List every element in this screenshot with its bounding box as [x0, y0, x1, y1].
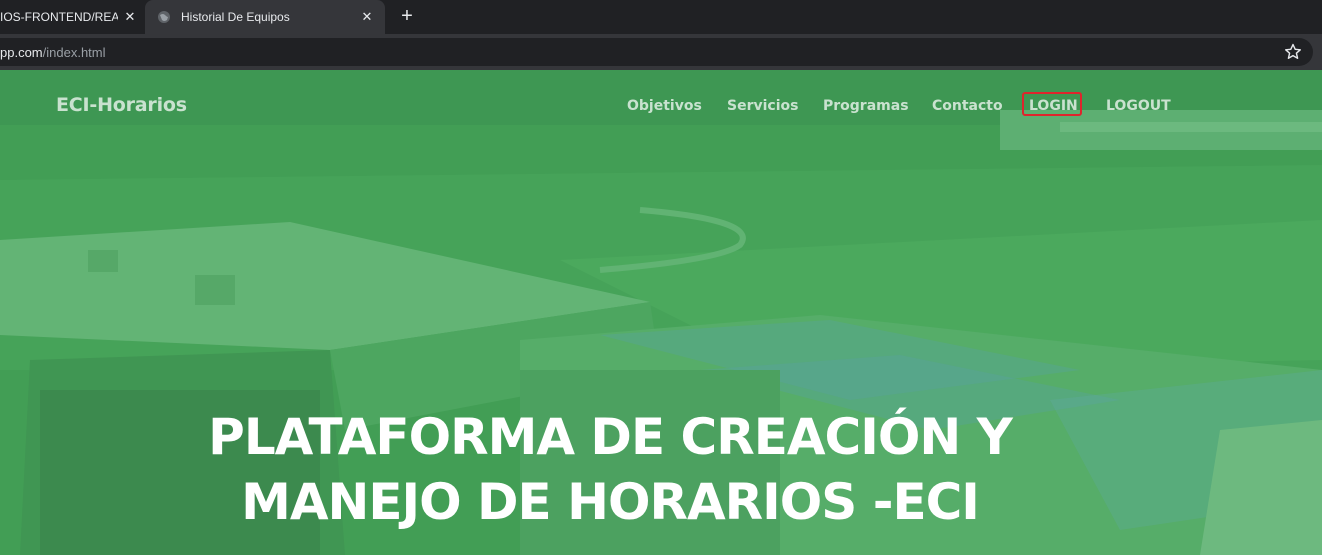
globe-icon [158, 11, 170, 23]
url-path: /index.html [42, 45, 106, 60]
nav-link-servicios[interactable]: Servicios [727, 98, 798, 114]
plus-icon[interactable]: + [397, 6, 417, 26]
browser-toolbar: pp.com/index.html [0, 34, 1322, 70]
url-host: pp.com [0, 45, 43, 60]
site-brand[interactable]: ECI-Horarios [56, 94, 187, 116]
tab-title: Historial De Equipos [181, 10, 290, 24]
nav-link-objetivos[interactable]: Objetivos [627, 98, 702, 114]
web-page: ECI-Horarios Objetivos Servicios Program… [0, 70, 1322, 555]
tab-title: IOS-FRONTEND/READ [0, 10, 118, 24]
address-bar[interactable]: pp.com/index.html [0, 38, 1313, 66]
browser-tab-readme[interactable]: IOS-FRONTEND/READ ✕ [0, 0, 143, 34]
close-icon[interactable]: ✕ [359, 9, 375, 25]
nav-link-contacto[interactable]: Contacto [932, 98, 1003, 114]
close-icon[interactable]: ✕ [122, 9, 138, 25]
nav-link-programas[interactable]: Programas [823, 98, 909, 114]
hero-title: PLATAFORMA DE CREACIÓN Y MANEJO DE HORAR… [120, 405, 1100, 535]
tab-strip: IOS-FRONTEND/READ ✕ Historial De Equipos… [0, 0, 1322, 34]
browser-tab-historial[interactable]: Historial De Equipos ✕ [145, 0, 385, 34]
star-icon[interactable] [1283, 42, 1303, 62]
nav-link-logout[interactable]: LOGOUT [1106, 98, 1171, 114]
hero-title-line-2: MANEJO DE HORARIOS -ECI [241, 473, 980, 531]
hero-title-line-1: PLATAFORMA DE CREACIÓN Y [208, 408, 1013, 466]
nav-link-login[interactable]: LOGIN [1029, 98, 1078, 114]
url-text: pp.com/index.html [0, 45, 106, 60]
